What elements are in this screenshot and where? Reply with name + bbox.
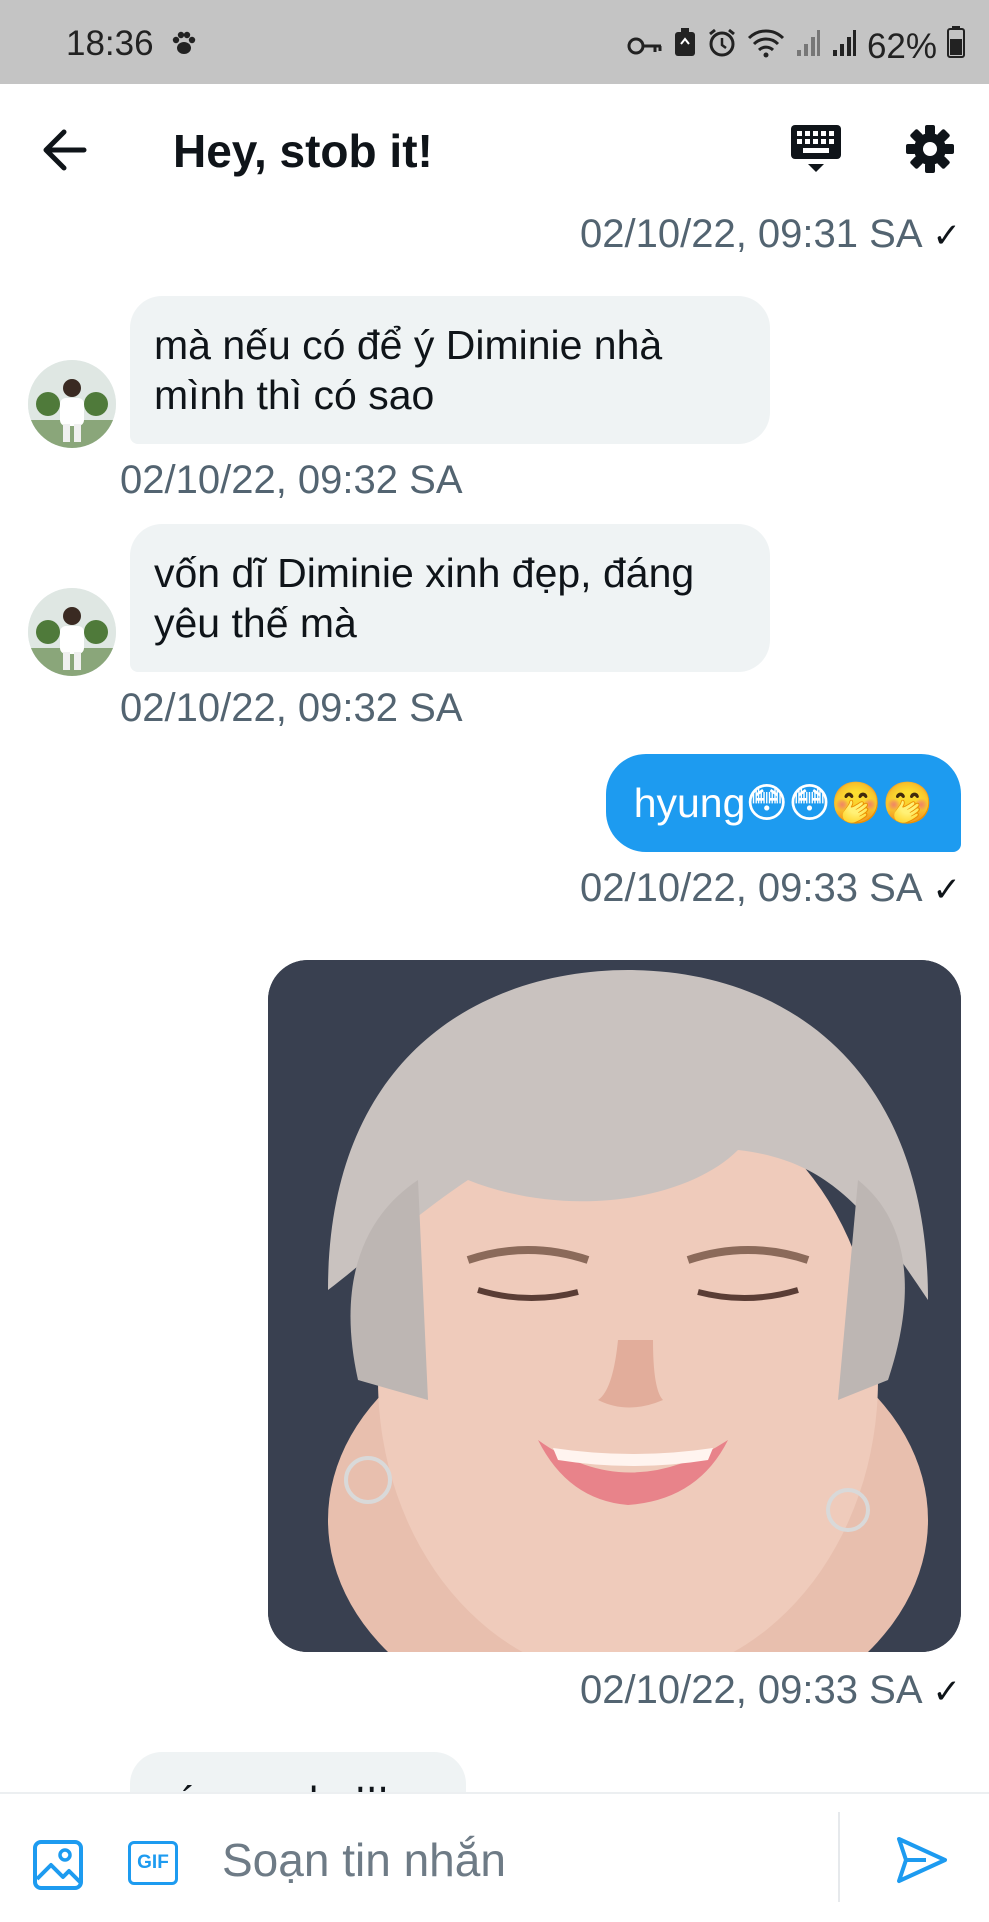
message-input[interactable]: [220, 1824, 824, 1896]
timestamp-text: 02/10/22, 09:33 SA: [580, 1668, 923, 1712]
sender-avatar[interactable]: [28, 360, 116, 448]
battery-icon: [947, 26, 965, 67]
battery-saver-icon: [673, 27, 697, 67]
incoming-message-bubble[interactable]: mà nếu có để ý Diminie nhà mình thì có s…: [130, 296, 770, 444]
signal-icon-2: [831, 27, 857, 67]
sent-check-icon: ✓: [932, 217, 962, 255]
message-timestamp: 02/10/22, 09:33 SA ✓: [580, 1668, 961, 1713]
message-composer: GIF: [0, 1792, 989, 1922]
conversation-header: Hey, stob it!: [0, 84, 989, 214]
signal-icon-1: [795, 27, 821, 67]
message-timestamp: 02/10/22, 09:32 SA: [120, 458, 463, 502]
composer-divider: [838, 1812, 840, 1902]
send-icon[interactable]: [896, 1836, 948, 1889]
message-timestamp: 02/10/22, 09:32 SA: [120, 686, 463, 730]
conversation-title: Hey, stob it!: [173, 125, 433, 177]
gif-button[interactable]: GIF: [128, 1841, 178, 1885]
battery-percent: 62%: [866, 26, 937, 66]
back-arrow-icon[interactable]: [40, 128, 90, 172]
timestamp-text: 02/10/22, 09:31 SA: [580, 212, 923, 256]
message-text-line: mà nếu có để ý Diminie nhà: [154, 322, 663, 368]
message-text-line: vốn dĩ Diminie xinh đẹp, đáng: [154, 550, 695, 596]
status-time: 18:36: [66, 24, 154, 63]
sent-check-icon: ✓: [932, 871, 962, 909]
image-attach-icon[interactable]: [32, 1839, 84, 1896]
sent-photo[interactable]: [268, 960, 961, 1652]
status-icons: 62%: [627, 26, 965, 67]
message-timestamp: 02/10/22, 09:31 SA ✓: [580, 212, 961, 257]
outgoing-message-bubble[interactable]: hyung😳😳🤭🤭: [605, 754, 961, 852]
alarm-icon: [707, 27, 737, 67]
incoming-message-bubble[interactable]: vốn dĩ Diminie xinh đẹp, đáng yêu thế mà: [130, 524, 770, 672]
status-bar: 18:36 62%: [0, 0, 989, 84]
timestamp-text: 02/10/22, 09:33 SA: [580, 866, 923, 910]
sent-check-icon: ✓: [932, 1673, 962, 1711]
key-icon: [627, 27, 663, 67]
message-text-line: mình thì có sao: [154, 372, 435, 418]
settings-gear-icon[interactable]: [905, 124, 955, 179]
sender-avatar[interactable]: [28, 588, 116, 676]
paw-icon: [170, 30, 198, 63]
keyboard-icon[interactable]: [790, 124, 842, 179]
wifi-icon: [747, 27, 785, 67]
message-timestamp: 02/10/22, 09:33 SA ✓: [580, 866, 961, 911]
message-text-line: yêu thế mà: [154, 600, 357, 646]
